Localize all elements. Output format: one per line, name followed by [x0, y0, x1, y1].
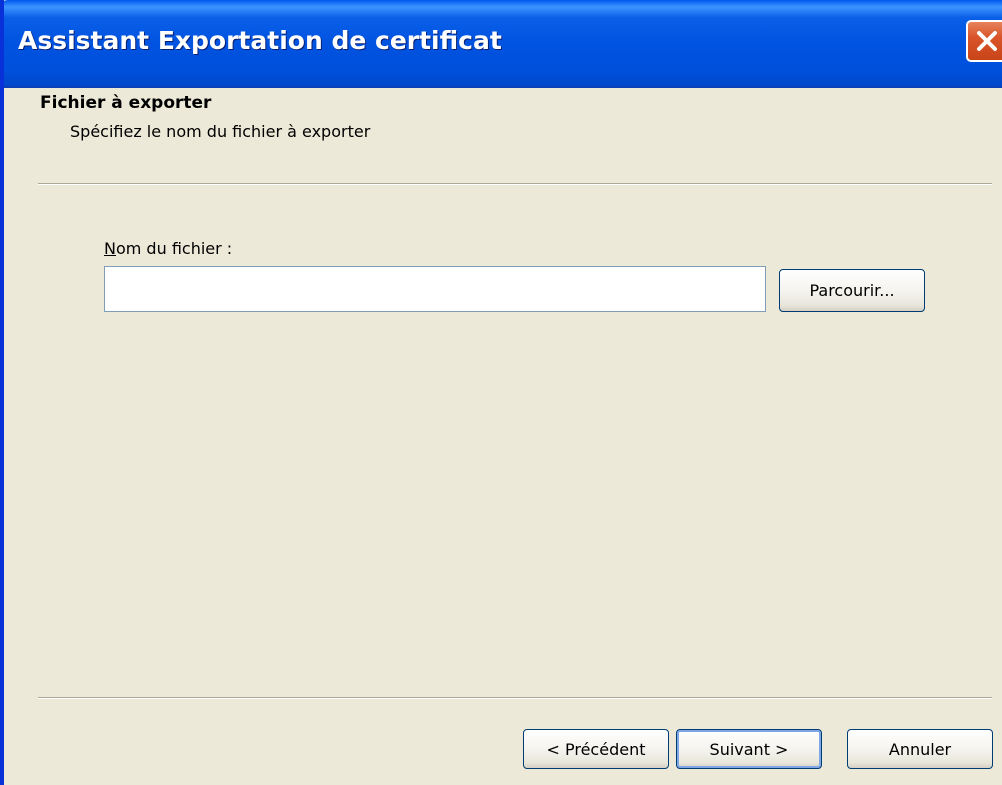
close-button[interactable]: [966, 20, 1002, 62]
footer-divider: [38, 697, 992, 699]
browse-button[interactable]: Parcourir...: [779, 269, 925, 312]
window-title: Assistant Exportation de certificat: [18, 26, 502, 55]
next-button[interactable]: Suivant >: [676, 729, 822, 769]
file-name-label-accelerator: N: [104, 239, 116, 258]
page-title: Fichier à exporter: [40, 93, 212, 113]
page-subtitle: Spécifiez le nom du fichier à exporter: [70, 122, 371, 141]
close-icon: [977, 31, 997, 51]
file-name-input[interactable]: [104, 266, 766, 312]
header-divider: [38, 183, 992, 185]
certificate-export-wizard: Assistant Exportation de certificat Fich…: [0, 0, 1002, 785]
title-bar[interactable]: Assistant Exportation de certificat: [4, 0, 1002, 88]
cancel-button[interactable]: Annuler: [847, 729, 993, 769]
file-name-label-text: om du fichier :: [115, 239, 233, 258]
previous-button[interactable]: < Précédent: [523, 729, 669, 769]
file-name-label: Nom du fichier :: [104, 239, 232, 258]
